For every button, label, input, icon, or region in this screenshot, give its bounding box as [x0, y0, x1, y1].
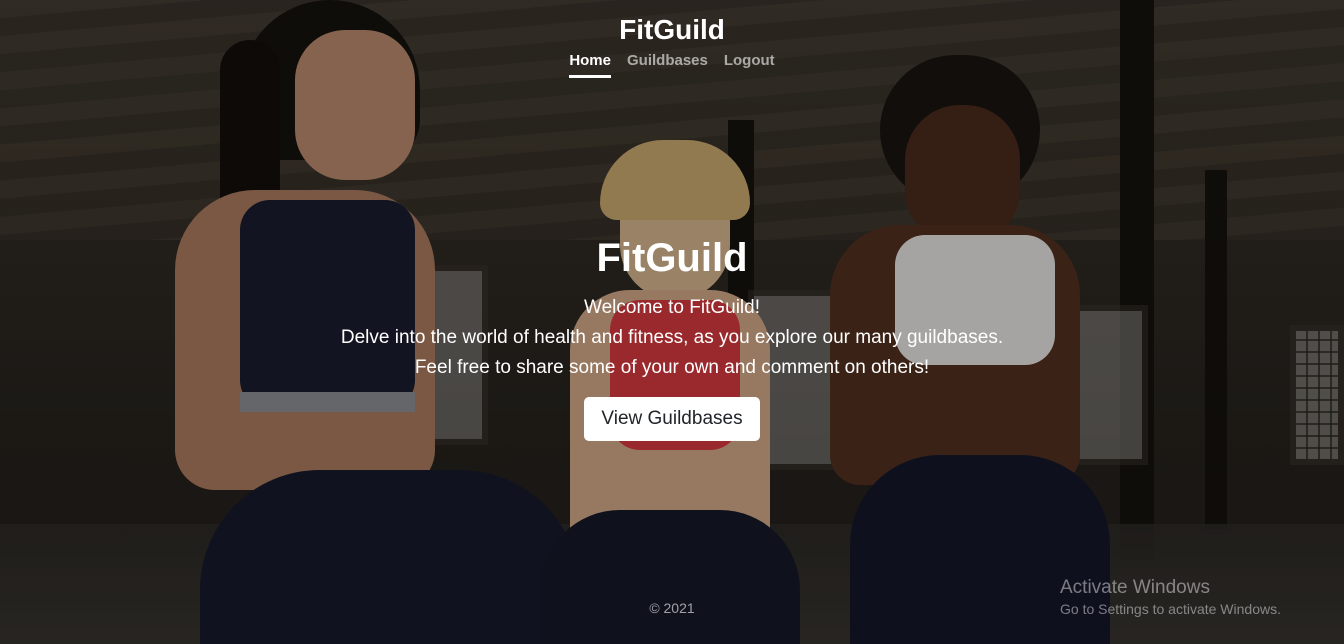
copyright-text: © 2021 — [649, 600, 695, 616]
hero-welcome-text: Welcome to FitGuild! — [584, 297, 760, 318]
nav-logout-link[interactable]: Logout — [724, 52, 775, 78]
view-guildbases-button[interactable]: View Guildbases — [584, 397, 760, 441]
hero-description-text: Delve into the world of health and fitne… — [340, 327, 1004, 348]
nav-guildbases-link[interactable]: Guildbases — [627, 52, 708, 78]
main-nav: Home Guildbases Logout — [0, 52, 1344, 78]
brand-title: FitGuild — [619, 14, 725, 45]
activate-windows-watermark: Activate Windows Go to Settings to activ… — [1060, 577, 1281, 617]
site-header: FitGuild Home Guildbases Logout — [0, 0, 1344, 90]
hero-invite-text: Feel free to share some of your own and … — [414, 357, 930, 378]
watermark-subtitle: Go to Settings to activate Windows. — [1060, 601, 1281, 617]
hero-section: FitGuild Welcome to FitGuild! Delve into… — [0, 236, 1344, 441]
hero-title: FitGuild — [596, 236, 748, 280]
watermark-title: Activate Windows — [1060, 577, 1210, 598]
nav-home-link[interactable]: Home — [569, 52, 611, 78]
